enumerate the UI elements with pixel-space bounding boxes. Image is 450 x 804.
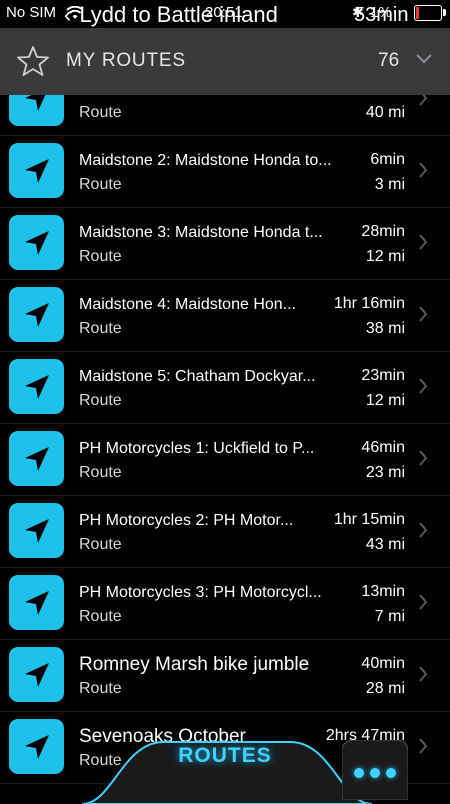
- nav-overlay: ‹ Lydd to Battle inland 53min: [64, 2, 408, 28]
- route-row[interactable]: Maidstone 5: Chatham Dockyar... Route 23mi…: [0, 351, 450, 424]
- route-row[interactable]: Maidstone 3: Maidstone Honda t... Route 28…: [0, 207, 450, 280]
- route-distance: 38 mi: [365, 320, 405, 337]
- route-type: Route: [79, 248, 122, 265]
- nav-remaining: 53min: [354, 4, 409, 26]
- route-name: Maidstone 4: Maidstone Hon...: [79, 296, 297, 313]
- route-icon: [9, 575, 64, 630]
- route-icon: [9, 95, 64, 126]
- navigation-arrow-icon: [25, 591, 49, 615]
- chevron-right-icon: [419, 522, 428, 538]
- route-name: PH Motorcycles 3: PH Motorcycl...: [79, 584, 322, 601]
- route-icon: [9, 215, 64, 270]
- route-distance: 12 mi: [365, 248, 405, 265]
- route-duration: 1hr 16min: [333, 295, 405, 312]
- route-icon: [9, 647, 64, 702]
- route-row[interactable]: Romney Marsh bike jumble Route 40min 28 mi: [0, 639, 450, 712]
- navigation-arrow-icon: [25, 303, 49, 327]
- route-icon: [9, 503, 64, 558]
- route-icon: [9, 359, 64, 414]
- more-dots-icon[interactable]: [342, 740, 408, 800]
- route-duration: 40min: [361, 655, 405, 672]
- route-icon: [9, 287, 64, 342]
- back-chevron-icon[interactable]: ‹: [64, 2, 71, 27]
- navigation-arrow-icon: [25, 447, 49, 471]
- carrier-label: No SIM: [6, 4, 57, 21]
- navigation-arrow-icon: [25, 159, 49, 183]
- chevron-right-icon: [419, 306, 428, 322]
- navigation-arrow-icon: [25, 663, 49, 687]
- route-distance: 23 mi: [365, 464, 405, 481]
- routes-header[interactable]: MY ROUTES 76: [0, 28, 450, 95]
- route-row[interactable]: PH Motorcycles 1: Uckfield to P... Route 4…: [0, 423, 450, 496]
- route-duration: 28min: [361, 223, 405, 240]
- navigation-arrow-icon: [25, 231, 49, 255]
- chevron-right-icon: [419, 450, 428, 466]
- route-name: Romney Marsh bike jumble: [79, 654, 310, 675]
- route-name: Maidstone 5: Chatham Dockyar...: [79, 368, 316, 385]
- navigation-arrow-icon: [25, 95, 46, 111]
- route-distance: 7 mi: [374, 608, 405, 625]
- chevron-right-icon: [419, 666, 428, 682]
- chevron-right-icon: [419, 95, 428, 106]
- route-icon: [9, 143, 64, 198]
- header-title: MY ROUTES: [66, 50, 186, 71]
- route-duration: 23min: [361, 367, 405, 384]
- route-row[interactable]: PH Motorcycles 3: PH Motorcycl... Route 13…: [0, 567, 450, 640]
- route-type: Route: [79, 176, 122, 193]
- route-type: Route: [79, 680, 122, 697]
- route-name: Maidstone 3: Maidstone Honda t...: [79, 224, 323, 241]
- route-duration: 1hr 15min: [333, 511, 405, 528]
- route-icon: [9, 431, 64, 486]
- route-row[interactable]: Maidstone 2: Maidstone Honda to... Route 6…: [0, 135, 450, 208]
- route-type: Route: [79, 608, 122, 625]
- route-distance: 28 mi: [365, 680, 405, 697]
- chevron-right-icon: [419, 162, 428, 178]
- route-distance: 43 mi: [365, 536, 405, 553]
- route-name: PH Motorcycles 2: PH Motor...: [79, 512, 294, 529]
- route-count: 76: [378, 50, 400, 71]
- route-distance: 40 mi: [365, 104, 405, 121]
- route-distance: 3 mi: [374, 176, 405, 193]
- route-distance: 12 mi: [365, 392, 405, 409]
- route-row[interactable]: PH Motorcycles 2: PH Motor... Route 1hr 15…: [0, 495, 450, 568]
- star-icon[interactable]: [16, 44, 50, 78]
- chevron-down-icon[interactable]: [414, 52, 434, 66]
- route-name: Maidstone 2: Maidstone Honda to...: [79, 152, 332, 169]
- route-type: Route: [79, 104, 122, 121]
- navigation-arrow-icon: [25, 519, 49, 543]
- chevron-right-icon: [419, 594, 428, 610]
- route-type: Route: [79, 392, 122, 409]
- route-row[interactable]: Maidstone 4: Maidstone Hon... Route 1hr 16…: [0, 279, 450, 352]
- chevron-right-icon: [419, 234, 428, 250]
- route-type: Route: [79, 320, 122, 337]
- route-type: Route: [79, 464, 122, 481]
- chevron-right-icon: [419, 378, 428, 394]
- bottom-bar: ROUTES: [0, 730, 450, 804]
- route-duration: 13min: [361, 583, 405, 600]
- route-duration: 46min: [361, 439, 405, 456]
- nav-route-title: Lydd to Battle inland: [79, 2, 278, 27]
- route-list[interactable]: Route 40 mi Maidstone 2: Maidstone Honda t…: [0, 95, 450, 800]
- navigation-arrow-icon: [25, 375, 49, 399]
- route-duration: 6min: [370, 151, 405, 168]
- route-name: PH Motorcycles 1: Uckfield to P...: [79, 440, 315, 457]
- route-type: Route: [79, 536, 122, 553]
- route-row[interactable]: Route 40 mi: [0, 95, 450, 136]
- battery-icon: [414, 5, 446, 21]
